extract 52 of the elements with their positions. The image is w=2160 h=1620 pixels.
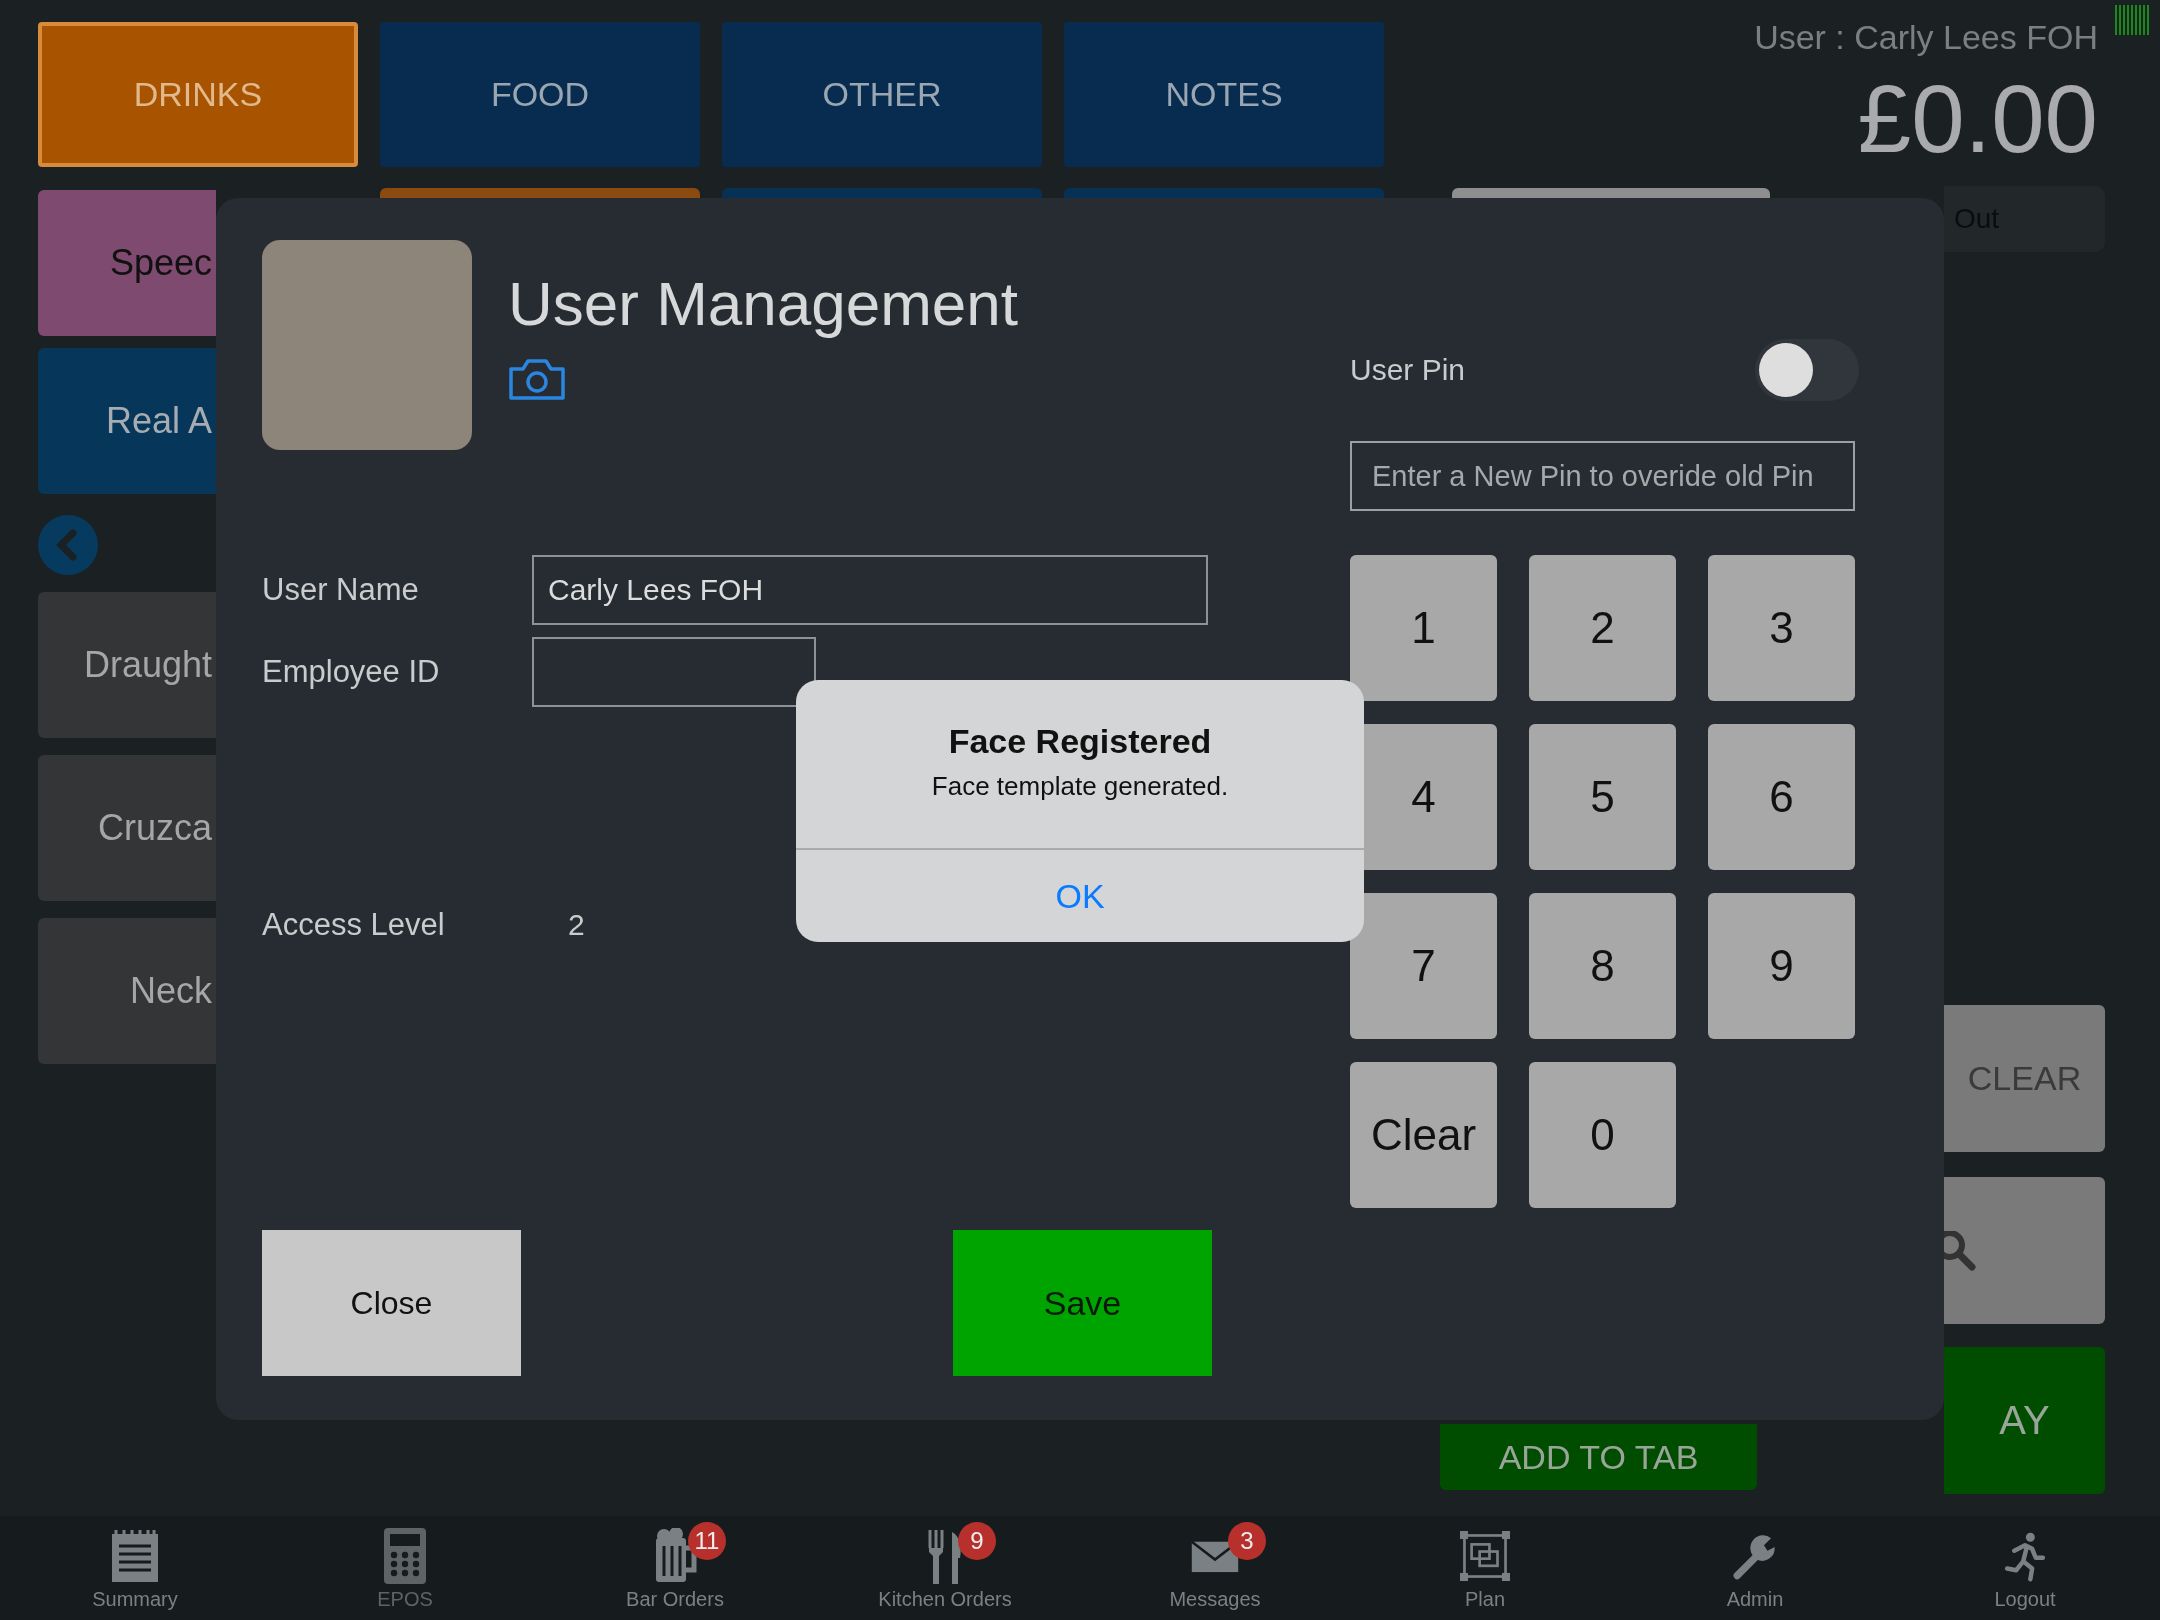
pin-field[interactable]: Enter a New Pin to overide old Pin: [1350, 441, 1855, 511]
nav-tab[interactable]: Admin: [1620, 1516, 1890, 1620]
product-button[interactable]: Neck: [38, 918, 216, 1064]
nav-tab[interactable]: 9 Kitchen Orders: [810, 1516, 1080, 1620]
keypad-key[interactable]: 2: [1529, 555, 1676, 701]
pin-label: User Pin: [1350, 353, 1466, 387]
ok-button[interactable]: OK: [796, 848, 1364, 942]
nav-tab[interactable]: 11 Bar Orders: [540, 1516, 810, 1620]
category-tab[interactable]: NOTES: [1064, 22, 1384, 167]
field-label: User Name: [262, 572, 420, 608]
keypad-key[interactable]: 1: [1350, 555, 1497, 701]
keypad-key[interactable]: 6: [1708, 724, 1855, 870]
count-badge: 3: [1228, 1522, 1266, 1560]
camera-icon[interactable]: [508, 357, 566, 401]
keypad-key[interactable]: 9: [1708, 893, 1855, 1039]
category-tab[interactable]: OTHER: [722, 22, 1042, 167]
nav-tab[interactable]: 3 Messages: [1080, 1516, 1350, 1620]
alert-message: Face template generated.: [931, 771, 1229, 802]
text-field[interactable]: [532, 637, 816, 707]
nav-tab[interactable]: Plan: [1350, 1516, 1620, 1620]
notepad-icon: [110, 1528, 160, 1584]
order-total: £0.00: [1857, 64, 2098, 174]
nav-tab[interactable]: Logout: [1890, 1516, 2160, 1620]
add-to-tab-button[interactable]: ADD TO TAB: [1440, 1424, 1757, 1490]
keypad-key[interactable]: 8: [1529, 893, 1676, 1039]
product-button[interactable]: Draught: [38, 592, 216, 738]
quick-button[interactable]: Speec: [38, 190, 216, 336]
access-level-value: 2: [568, 908, 585, 942]
pay-button[interactable]: AY: [1944, 1347, 2105, 1494]
nav-tab[interactable]: Summary: [0, 1516, 270, 1620]
product-button[interactable]: Cruzca: [38, 755, 216, 901]
keypad-key[interactable]: 3: [1708, 555, 1855, 701]
save-button[interactable]: Save: [953, 1230, 1212, 1376]
field-label: Employee ID: [262, 654, 441, 690]
alert-title: Face Registered: [948, 722, 1212, 761]
dialog-title: User Management: [508, 268, 1019, 339]
count-badge: 9: [958, 1522, 996, 1560]
category-tab[interactable]: DRINKS: [38, 22, 358, 167]
nav-tab[interactable]: EPOS: [270, 1516, 540, 1620]
keypad-key[interactable]: 0: [1529, 1062, 1676, 1208]
keypad-key[interactable]: 7: [1350, 893, 1497, 1039]
count-badge: 11: [688, 1522, 726, 1560]
close-button[interactable]: Close: [262, 1230, 521, 1376]
category-tab[interactable]: FOOD: [380, 22, 700, 167]
keypad-key[interactable]: Clear: [1350, 1062, 1497, 1208]
quick-button[interactable]: Real A: [38, 348, 216, 494]
field-label: Access Level: [262, 907, 446, 943]
text-field[interactable]: Carly Lees FOH: [532, 555, 1208, 625]
keypad-key[interactable]: 5: [1529, 724, 1676, 870]
signal-bars-icon: [2115, 5, 2150, 35]
floor-plan-icon: [1460, 1528, 1510, 1584]
user-label: User : Carly Lees FOH: [1754, 18, 2098, 57]
